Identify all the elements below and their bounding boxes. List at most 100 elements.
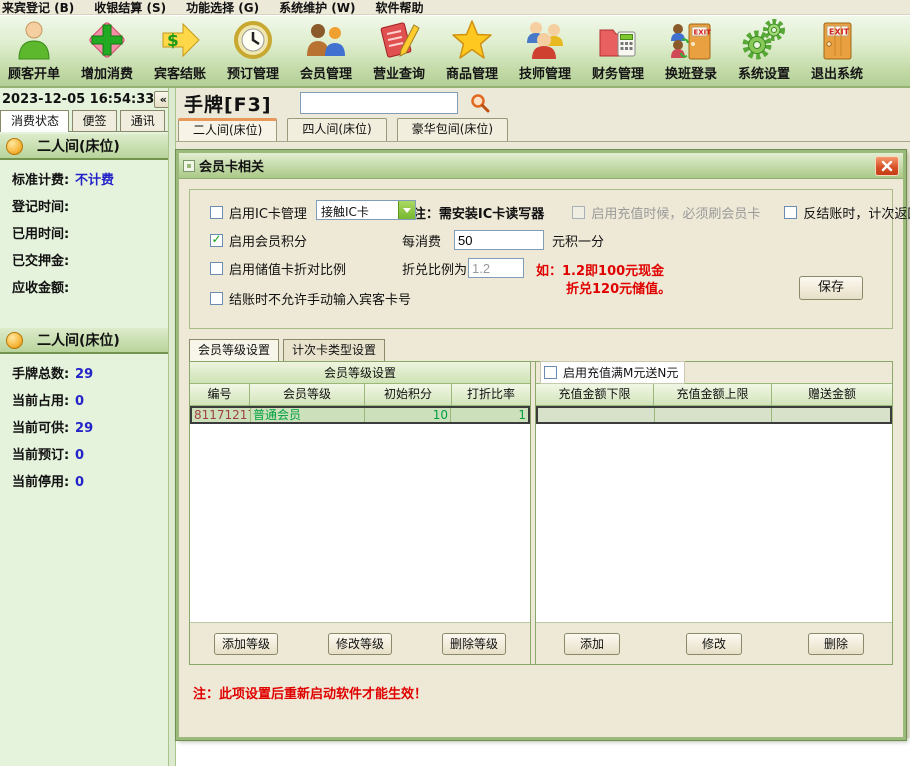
edit-level-button[interactable]: 修改等级 (328, 633, 392, 655)
field-handcard-total: 手牌总数: 29 (12, 363, 168, 378)
left-sidebar: 2023-12-05 16:54:33 « 消费状态 便签 通讯 二人间(床位)… (0, 88, 168, 766)
toolbar-item-guest-checkout[interactable]: $ 宾客结账 (147, 18, 213, 86)
add-level-button[interactable]: 添加等级 (214, 633, 278, 655)
menu-item-function-select[interactable]: 功能选择 (G) (186, 0, 259, 16)
toolbar-item-shift-login[interactable]: EXIT 换班登录 (658, 18, 724, 86)
recharge-bonus-label: 启用充值满M元送N元 (563, 364, 678, 381)
edit-button[interactable]: 修改 (686, 633, 742, 655)
dialog-system-icon (183, 160, 195, 172)
dropdown-arrow-icon[interactable] (398, 201, 415, 219)
save-button[interactable]: 保存 (799, 276, 863, 300)
tab-consume-status[interactable]: 消费状态 (0, 110, 69, 132)
recharge-buttons: 添加 修改 删除 (536, 622, 892, 664)
search-icon[interactable] (470, 93, 490, 113)
tab-four-person-room[interactable]: 四人间(床位) (287, 118, 386, 141)
toolbar-item-product-manage[interactable]: 商品管理 (439, 18, 505, 86)
menu-item-guest-register[interactable]: 来宾登记 (B) (2, 0, 74, 16)
member-points-checkbox[interactable] (210, 234, 223, 247)
toolbar-item-member-manage[interactable]: 会员管理 (293, 18, 359, 86)
dialog-title: 会员卡相关 (199, 156, 264, 175)
toolbar-item-add-consume[interactable]: 增加消费 (74, 18, 140, 86)
member-level-buttons: 添加等级 修改等级 删除等级 (190, 622, 530, 664)
recharge-column-headers: 充值金额下限 充值金额上限 赠送金额 (536, 384, 892, 406)
close-icon (881, 160, 893, 172)
customer-open-icon (12, 18, 56, 62)
svg-text:EXIT: EXIT (829, 28, 850, 37)
room-status-fields: 标准计费: 不计费 登记时间: 已用时间: 已交押金: 应收金额: (0, 160, 168, 292)
per-consume-label: 每消费 (402, 231, 441, 250)
toolbar-item-reservation[interactable]: 预订管理 (220, 18, 286, 86)
card-tables-area: 会员等级设置 编号 会员等级 初始积分 打折比率 8117121729 普通会员… (189, 361, 893, 665)
toolbar-item-business-query[interactable]: 营业查询 (366, 18, 432, 86)
member-level-table-body[interactable] (190, 424, 530, 622)
stored-ratio-checkbox[interactable] (210, 262, 223, 275)
member-level-row-selected[interactable]: 8117121729 普通会员 10 1 (190, 406, 530, 424)
col-recharge-min[interactable]: 充值金额下限 (536, 384, 654, 405)
col-init-points[interactable]: 初始积分 (365, 384, 452, 405)
restart-note: 注：此项设置后重新启动软件才能生效！ (193, 683, 427, 702)
tab-two-person-room[interactable]: 二人间(床位) (178, 118, 277, 141)
toolbar-item-finance-manage[interactable]: 财务管理 (585, 18, 651, 86)
system-settings-icon (742, 18, 786, 62)
collapse-sidebar-button[interactable]: « (154, 91, 168, 108)
field-used-time: 已用时间: (12, 223, 168, 238)
delete-level-button[interactable]: 删除等级 (442, 633, 506, 655)
tab-member-level-settings[interactable]: 会员等级设置 (189, 339, 279, 361)
toolbar-item-technician-manage[interactable]: 技师管理 (512, 18, 578, 86)
delete-button[interactable]: 删除 (808, 633, 864, 655)
col-level[interactable]: 会员等级 (250, 384, 365, 405)
shift-login-icon: EXIT (669, 18, 713, 62)
recharge-bonus-header: 启用充值满M元送N元 (536, 362, 892, 384)
recharge-bonus-chip: 启用充值满M元送N元 (540, 361, 685, 384)
field-disabled: 当前停用: 0 (12, 471, 168, 486)
reverse-checkout-checkbox[interactable] (784, 206, 797, 219)
ic-card-type-value: 接触IC卡 (317, 201, 398, 219)
toolbar-item-customer-open[interactable]: 顾客开单 (1, 18, 67, 86)
datetime-bar: 2023-12-05 16:54:33 « (0, 88, 168, 110)
status-ball-icon (6, 332, 23, 349)
col-id[interactable]: 编号 (190, 384, 250, 405)
recharge-swipe-checkbox[interactable] (572, 206, 585, 219)
business-query-icon (377, 18, 421, 62)
svg-text:$: $ (167, 31, 179, 51)
toolbar: 顾客开单 增加消费 $ 宾客结账 预订管理 会员管理 (0, 15, 910, 88)
menu-item-software-help[interactable]: 软件帮助 (375, 0, 423, 16)
no-manual-card-checkbox[interactable] (210, 292, 223, 305)
field-register-time: 登记时间: (12, 196, 168, 211)
tab-memo[interactable]: 便签 (72, 110, 117, 131)
exit-system-icon: EXIT (815, 18, 859, 62)
ic-card-checkbox[interactable] (210, 206, 223, 219)
col-discount-ratio[interactable]: 打折比率 (452, 384, 530, 405)
tab-count-card-type-settings[interactable]: 计次卡类型设置 (283, 339, 385, 361)
close-button[interactable] (875, 156, 899, 176)
recharge-bonus-panel: 启用充值满M元送N元 充值金额下限 充值金额上限 赠送金额 添加 修改 (536, 362, 892, 664)
toolbar-item-exit-system[interactable]: EXIT 退出系统 (804, 18, 870, 86)
recharge-row-selected[interactable] (536, 406, 892, 424)
card-settings-groupbox: 启用IC卡管理 接触IC卡 注：需安装IC卡读写器 启用充值时候，必须刷会员卡 … (189, 189, 893, 329)
menu-item-system-maintain[interactable]: 系统维护 (W) (279, 0, 355, 16)
menu-item-cashier-settle[interactable]: 收银结算 (S) (94, 0, 166, 16)
recharge-table-body[interactable] (536, 424, 892, 622)
per-consume-input[interactable] (454, 230, 544, 250)
sidebar-tabs: 消费状态 便签 通讯 (0, 110, 168, 132)
room-status-section-header: 二人间(床位) (0, 134, 168, 160)
col-bonus-amount[interactable]: 赠送金额 (772, 384, 892, 405)
product-manage-icon (450, 18, 494, 62)
ratio-input[interactable] (468, 258, 524, 278)
status-ball-icon (6, 138, 23, 155)
ic-card-type-dropdown[interactable]: 接触IC卡 (316, 200, 416, 220)
col-recharge-max[interactable]: 充值金额上限 (654, 384, 772, 405)
sidebar-splitter[interactable] (168, 88, 176, 766)
recharge-bonus-checkbox[interactable] (544, 366, 557, 379)
tab-deluxe-room[interactable]: 豪华包间(床位) (397, 118, 508, 141)
toolbar-item-system-settings[interactable]: 系统设置 (731, 18, 797, 86)
member-points-label: 启用会员积分 (229, 231, 307, 250)
technician-manage-icon (523, 18, 567, 62)
handcard-search-input[interactable] (300, 92, 458, 114)
add-button[interactable]: 添加 (564, 633, 620, 655)
dialog-title-bar[interactable]: 会员卡相关 (179, 153, 903, 179)
tab-message[interactable]: 通讯 (120, 110, 165, 131)
field-deposit-paid: 已交押金: (12, 250, 168, 265)
ic-reader-note: 注：需安装IC卡读写器 (413, 203, 544, 222)
recharge-swipe-label: 启用充值时候，必须刷会员卡 (591, 203, 760, 222)
